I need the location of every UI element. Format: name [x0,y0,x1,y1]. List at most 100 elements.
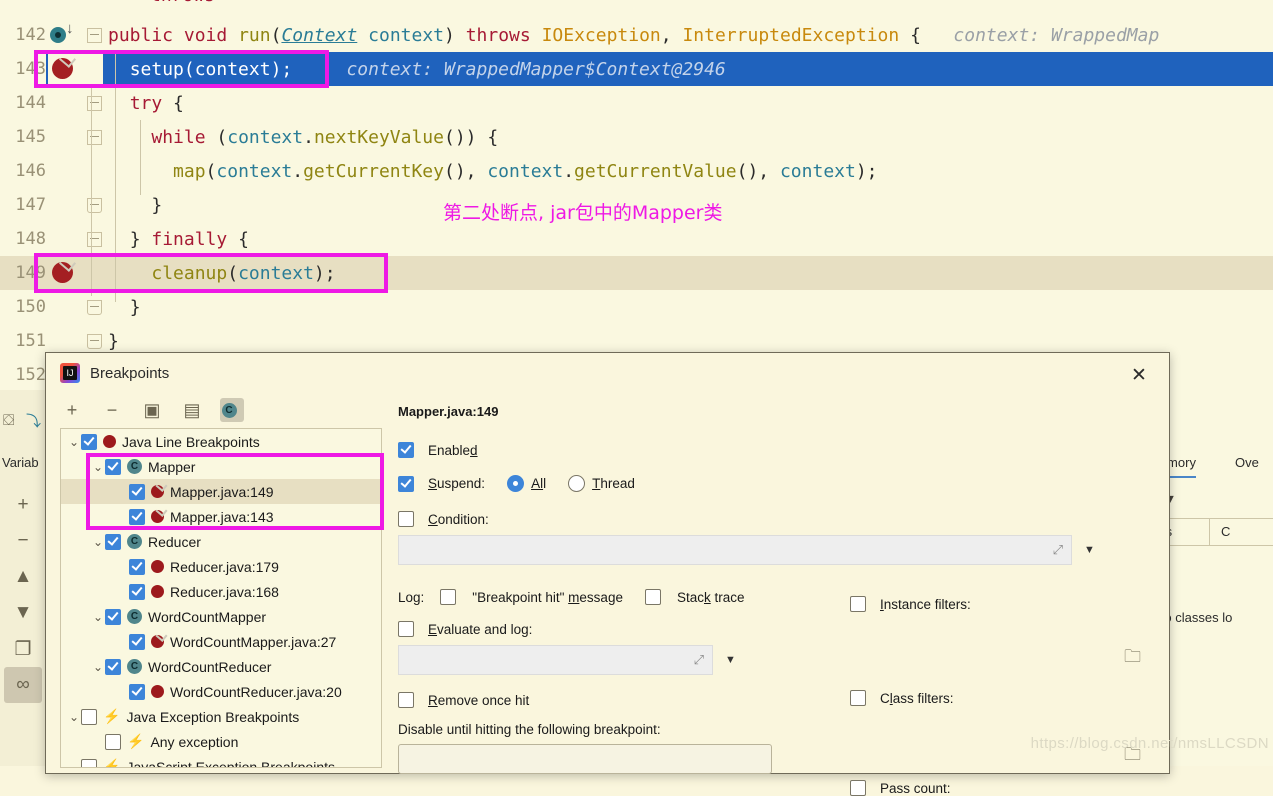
chevron-down-icon[interactable]: ⌄ [69,435,79,449]
log-label: Log: [398,589,425,605]
add-breakpoint-button[interactable]: + [60,398,84,422]
breakpoint-verified-icon[interactable] [52,255,77,283]
gutter-icons-143[interactable] [48,51,88,86]
stack-trace-checkbox[interactable] [644,589,661,605]
mute-breakpoints-icon[interactable]: ⛋ [3,412,14,429]
instance-filters-folder-icon[interactable]: 🗀 [1124,644,1141,673]
move-up-button[interactable]: ▲ [0,559,46,595]
instance-filters-checkbox[interactable] [850,596,866,612]
tree-row-checkbox[interactable] [105,458,121,475]
remove-once-hit-checkbox[interactable] [398,692,414,708]
suspend-checkbox[interactable] [398,475,414,492]
chevron-down-icon[interactable]: ⌄ [93,460,103,474]
tree-row-checkbox[interactable] [105,658,121,675]
tree-row-checkbox[interactable] [105,608,121,625]
close-icon[interactable]: ✕ [1127,363,1151,387]
tree-row[interactable]: ⌄ C WordCountReducer [61,654,381,679]
tree-row[interactable]: ⌄ Java Line Breakpoints [61,429,381,454]
code-line-150: 150 } [0,290,1273,324]
tree-row-checkbox[interactable] [81,433,97,450]
remove-watch-button[interactable]: − [0,523,46,559]
condition-checkbox[interactable] [398,511,414,527]
evaluate-and-log-input[interactable]: ⤢ [398,645,713,675]
breakpoints-toolbar[interactable]: + − ▣ ▤ C [60,398,244,422]
tree-row[interactable]: Reducer.java:168 [61,579,381,604]
evaluate-and-log-checkbox[interactable] [398,621,414,637]
tree-row[interactable]: ⌄ C Mapper [61,454,381,479]
exception-bolt-icon: ⚡ [103,708,121,724]
breakpoints-tree[interactable]: ⌄ Java Line Breakpoints ⌄ C Mapper Mapper.jav… [60,428,382,768]
breakpoint-verified-icon[interactable] [52,51,77,79]
move-down-button[interactable]: ▼ [0,595,46,631]
gutter-icons-142[interactable]: ↓ [48,18,88,52]
indent-guide [140,120,141,195]
tree-row-checkbox[interactable] [129,558,145,575]
tree-row[interactable]: ⌄ ⚡ Java Exception Breakpoints [61,704,381,729]
expand-editor-icon[interactable]: ⤢ [1053,542,1063,558]
condition-history-dropdown-icon[interactable]: ▼ [1084,544,1095,556]
enabled-checkbox[interactable] [398,442,414,458]
chevron-down-icon[interactable]: ⌄ [69,760,79,768]
tree-row-checkbox[interactable] [129,508,145,525]
gutter-icons-149[interactable] [48,255,88,290]
tree-row-checkbox[interactable] [105,733,121,750]
step-into-icon[interactable]: ⤵ [26,410,41,431]
tree-row-checkbox[interactable] [129,683,145,700]
group-by-package-icon[interactable]: ▤ [180,398,204,422]
line-number: 146 [15,161,46,181]
class-icon: C [127,534,142,549]
tree-row-label: Reducer.java:179 [170,558,279,575]
line-number: 150 [15,297,46,317]
variables-tab-label[interactable]: Variab [2,455,39,470]
fold-marker-icon[interactable] [85,188,103,222]
class-filters-checkbox[interactable] [850,690,866,706]
chevron-down-icon[interactable]: ⌄ [93,610,103,624]
tree-row-checkbox[interactable] [129,633,145,650]
condition-label: Condition: [428,511,489,527]
tree-row-checkbox[interactable] [81,758,97,767]
chevron-down-icon[interactable]: ⌄ [93,535,103,549]
tree-row-label: Mapper.java:149 [170,483,274,500]
tree-row[interactable]: ⌄ C WordCountMapper [61,604,381,629]
chevron-down-icon[interactable]: ⌄ [93,660,103,674]
tree-row-checkbox[interactable] [105,533,121,550]
details-header: Mapper.java:149 [398,404,499,419]
tree-row[interactable]: ⌄ C Reducer [61,529,381,554]
evaluate-history-dropdown-icon[interactable]: ▼ [725,654,736,666]
fold-marker-icon[interactable] [85,18,103,52]
chevron-down-icon[interactable]: ⌄ [69,710,79,724]
group-by-file-icon[interactable]: ▣ [140,398,164,422]
disable-until-combobox[interactable] [398,744,772,774]
inspect-button[interactable]: ∞ [4,667,42,703]
variables-toolbar[interactable]: + − ▲ ▼ ❐ ∞ [0,487,46,766]
suspend-all-radio[interactable] [507,475,525,492]
remove-breakpoint-button[interactable]: − [100,398,124,422]
pass-count-checkbox[interactable] [850,780,866,796]
tree-row-checkbox[interactable] [81,708,97,725]
log-message-checkbox[interactable] [440,589,457,605]
enabled-label: Enabled [428,442,478,458]
dialog-title-bar: Breakpoints [60,363,169,383]
code-line-142: 142 ↓ public void run(Context context) t… [0,18,1273,52]
fold-marker-icon[interactable] [85,222,103,256]
suspend-thread-radio[interactable] [568,475,586,492]
fold-marker-icon[interactable] [85,120,103,154]
tree-row[interactable]: Mapper.java:149 [61,479,381,504]
fold-marker-icon[interactable] [85,290,103,324]
tree-row-checkbox[interactable] [129,483,145,500]
tree-row[interactable]: WordCountMapper.java:27 [61,629,381,654]
tree-row[interactable]: ⚡ Any exception [61,729,381,754]
fold-marker-icon[interactable] [85,86,103,120]
expand-editor-icon[interactable]: ⤢ [694,652,704,668]
copy-value-button[interactable]: ❐ [0,631,46,667]
tree-row[interactable]: Reducer.java:179 [61,554,381,579]
add-watch-button[interactable]: + [0,487,46,523]
tree-row[interactable]: WordCountReducer.java:20 [61,679,381,704]
breakpoint-details-panel[interactable]: Mapper.java:149 Enabled Suspend: All Thr… [398,404,1265,796]
condition-input[interactable]: ⤢ [398,535,1072,565]
tree-row-checkbox[interactable] [129,583,145,600]
tree-row[interactable]: Mapper.java:143 [61,504,381,529]
indent-guide [115,52,116,302]
line-number: 149 [15,263,46,283]
group-by-class-icon[interactable]: C [220,398,244,422]
